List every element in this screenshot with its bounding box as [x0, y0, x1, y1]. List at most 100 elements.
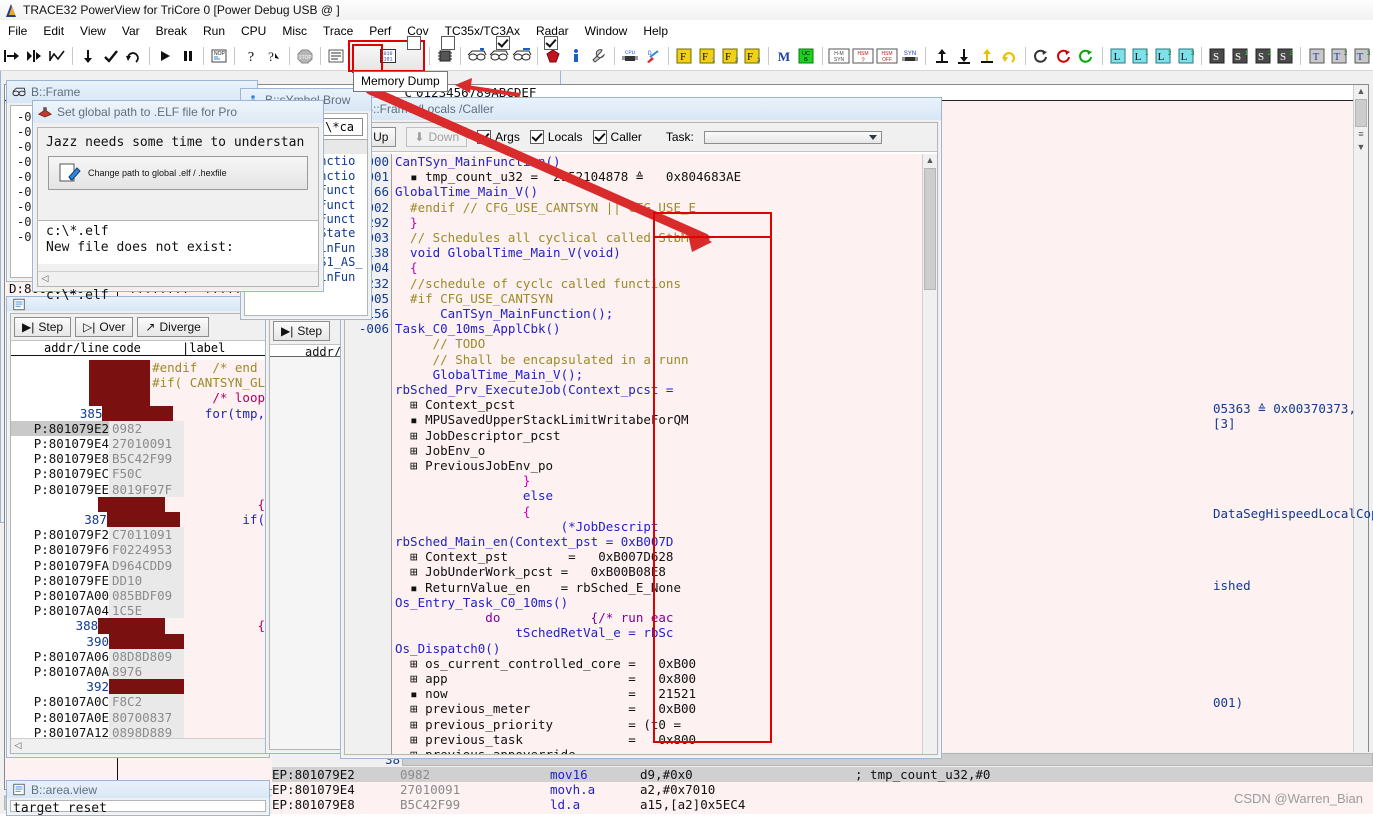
menu-cpu[interactable]: CPU	[233, 22, 274, 40]
hsm-question-icon[interactable]: HSM?	[852, 45, 874, 67]
args-checkbox[interactable]: Args	[477, 130, 520, 144]
area-view-window[interactable]: B::area.view target reset	[6, 780, 270, 816]
menu-window[interactable]: Window	[577, 22, 636, 40]
assembly-strip[interactable]: 38 EP:801079E2 0982 mov16 d9,#0x0; tmp_coun…	[272, 752, 1373, 814]
hsm-off-icon[interactable]: HSM OFF	[876, 45, 898, 67]
flash-f-icon[interactable]: F	[674, 45, 695, 67]
disassembly-row[interactable]: P:80107A04 1C5E	[11, 603, 265, 619]
change-path-button[interactable]: Change path to global .elf / .hexfile	[48, 156, 308, 190]
disassembly-hscrollbar[interactable]: ◁	[11, 738, 265, 753]
memory-m-icon[interactable]: M	[774, 45, 795, 67]
disassembly-row[interactable]: P:801079E2 0982	[11, 420, 265, 437]
help-context-icon[interactable]: ?	[263, 45, 284, 67]
scroll-up-icon[interactable]: ▲	[923, 154, 937, 167]
disassembly-row[interactable]: P:80107A0A 8976	[11, 664, 265, 680]
caller-checkbox[interactable]: Caller	[592, 130, 642, 144]
l2-icon[interactable]: L2	[1153, 45, 1174, 67]
disassembly-rows[interactable]: #endif /* end #if( CANTSYN_GL /* loop 385…	[11, 360, 265, 739]
disassembly-row[interactable]: P:80107A0C F8C2	[11, 694, 265, 710]
scrollbar-thumb[interactable]	[1355, 99, 1367, 127]
locals-checkbox[interactable]: Locals	[529, 130, 583, 144]
step-over-icon[interactable]	[24, 45, 45, 67]
t-icon[interactable]: T	[1306, 45, 1327, 67]
menu-var[interactable]: Var	[114, 22, 148, 40]
disassembly-row[interactable]: {	[11, 496, 265, 513]
break-icon[interactable]	[177, 45, 198, 67]
disassembly-row[interactable]: #if( CANTSYN_GL	[11, 375, 265, 391]
reset-gray-icon[interactable]	[1031, 45, 1052, 67]
disassembly-row[interactable]: /* loop	[11, 390, 265, 406]
l1-icon[interactable]: L1	[1130, 45, 1151, 67]
locals-window[interactable]: B::Frame /Locals /Caller ⬆ Up ⬇ Down Arg…	[340, 97, 942, 759]
disassembly-row[interactable]: P:801079E8 B5C42F99	[11, 451, 265, 467]
down-button[interactable]: ⬇ Down	[406, 127, 468, 147]
disassembly-row[interactable]: P:801079E4 27010091	[11, 436, 265, 452]
reset-green-icon[interactable]	[1076, 45, 1097, 67]
disassembly-row[interactable]: P:80107A0E 80700837	[11, 709, 265, 725]
disassembly-row[interactable]: P:80107A12 0898D889	[11, 724, 265, 739]
disassembly-row[interactable]: P:801079EE 8019F97F	[11, 481, 265, 497]
step-diverge-icon[interactable]	[46, 45, 67, 67]
disassembly-row[interactable]: 387 if(	[11, 512, 265, 528]
scroll-left-icon[interactable]: ◁	[38, 272, 52, 285]
disasm-over-button[interactable]: ▷| Over	[75, 317, 134, 337]
export-icon[interactable]	[977, 45, 998, 67]
s-icon[interactable]: S	[1207, 45, 1228, 67]
cpu-icon[interactable]: CPU	[620, 45, 641, 67]
syn-icon[interactable]: SYN	[900, 45, 921, 67]
register-list-icon[interactable]	[512, 45, 533, 67]
step-into-icon[interactable]	[1, 45, 22, 67]
reload-icon[interactable]	[999, 45, 1020, 67]
menu-edit[interactable]: Edit	[35, 22, 72, 40]
t3-icon[interactable]: T3	[1352, 45, 1373, 67]
disassembly-row[interactable]: P:80107A00 085BDF09	[11, 588, 265, 604]
locals-vscrollbar[interactable]: ▲	[922, 154, 937, 754]
locals-titlebar[interactable]: B::Frame /Locals /Caller	[341, 98, 941, 120]
assembly-row[interactable]: EP:801079E4 27010091 movh.a a2,#0x7010	[272, 782, 1373, 797]
task-select[interactable]	[703, 130, 882, 144]
s3-icon[interactable]: S3	[1275, 45, 1296, 67]
menu-break[interactable]: Break	[148, 22, 195, 40]
elf-dialog-hscrollbar[interactable]: ◁	[38, 271, 318, 286]
menu-misc[interactable]: Misc	[274, 22, 315, 40]
s2-icon[interactable]: S2	[1252, 45, 1273, 67]
download-icon[interactable]	[954, 45, 975, 67]
disassembly-row[interactable]: P:801079FE DD10	[11, 572, 265, 589]
disassembly-row[interactable]: 385 for(tmp,	[11, 405, 265, 421]
flash-f2-icon[interactable]: F2	[719, 45, 740, 67]
flash-f1-icon[interactable]: F1	[697, 45, 718, 67]
scroll-up-icon[interactable]: ▲	[1354, 85, 1368, 98]
hm-syn-icon[interactable]: H-M SYN	[828, 45, 850, 67]
scrollbar-thumb[interactable]	[924, 168, 936, 290]
disassembly-row[interactable]: 388 {	[11, 618, 265, 634]
info-icon[interactable]	[566, 45, 587, 67]
step-return-icon[interactable]	[100, 45, 121, 67]
disassembly-row[interactable]: 390	[11, 633, 265, 649]
disassembly-row[interactable]: P:801079F6 F0224953	[11, 542, 265, 558]
menu-run[interactable]: Run	[195, 22, 233, 40]
disassembly-window[interactable]: ▶| Step ▷| Over ↗ Diverge addr/line code…	[6, 296, 270, 758]
list-step-button[interactable]: ▶| Step	[273, 321, 331, 341]
scroll-left-icon[interactable]: ◁	[11, 739, 25, 752]
disasm-diverge-button[interactable]: ↗ Diverge	[137, 317, 209, 337]
go-icon[interactable]	[155, 45, 176, 67]
disassembly-row[interactable]: #endif /* end	[11, 360, 265, 376]
scroll-down-icon[interactable]: ▼	[1354, 141, 1368, 154]
t2-icon[interactable]: T2	[1329, 45, 1350, 67]
list-source-icon[interactable]: NOP	[209, 45, 230, 67]
menu-file[interactable]: File	[0, 22, 35, 40]
disasm-step-button[interactable]: ▶| Step	[14, 317, 72, 337]
disassembly-row[interactable]: P:80107A06 08D8D809	[11, 648, 265, 665]
elf-path-dialog[interactable]: Set global path to .ELF file for Pro Jaz…	[32, 100, 324, 303]
assembly-row[interactable]: EP:801079E2 0982 mov16 d9,#0x0 ; tmp_count_u…	[272, 767, 1373, 783]
stop-icon[interactable]: STOP	[295, 45, 316, 67]
menu-perf[interactable]: Perf	[361, 22, 399, 40]
dump-vscrollbar[interactable]: ▲ ≡ ▼	[1353, 85, 1368, 789]
ucb-icon[interactable]: UC B	[796, 45, 817, 67]
register-add-icon[interactable]	[466, 45, 487, 67]
locals-code-area[interactable]: CanTSyn_MainFunction() ▪ tmp_count_u32 =…	[345, 154, 937, 754]
menu-help[interactable]: Help	[635, 22, 676, 40]
help-icon[interactable]: ?	[240, 45, 261, 67]
l3-icon[interactable]: L3	[1175, 45, 1196, 67]
menu-trace[interactable]: Trace	[315, 22, 361, 40]
